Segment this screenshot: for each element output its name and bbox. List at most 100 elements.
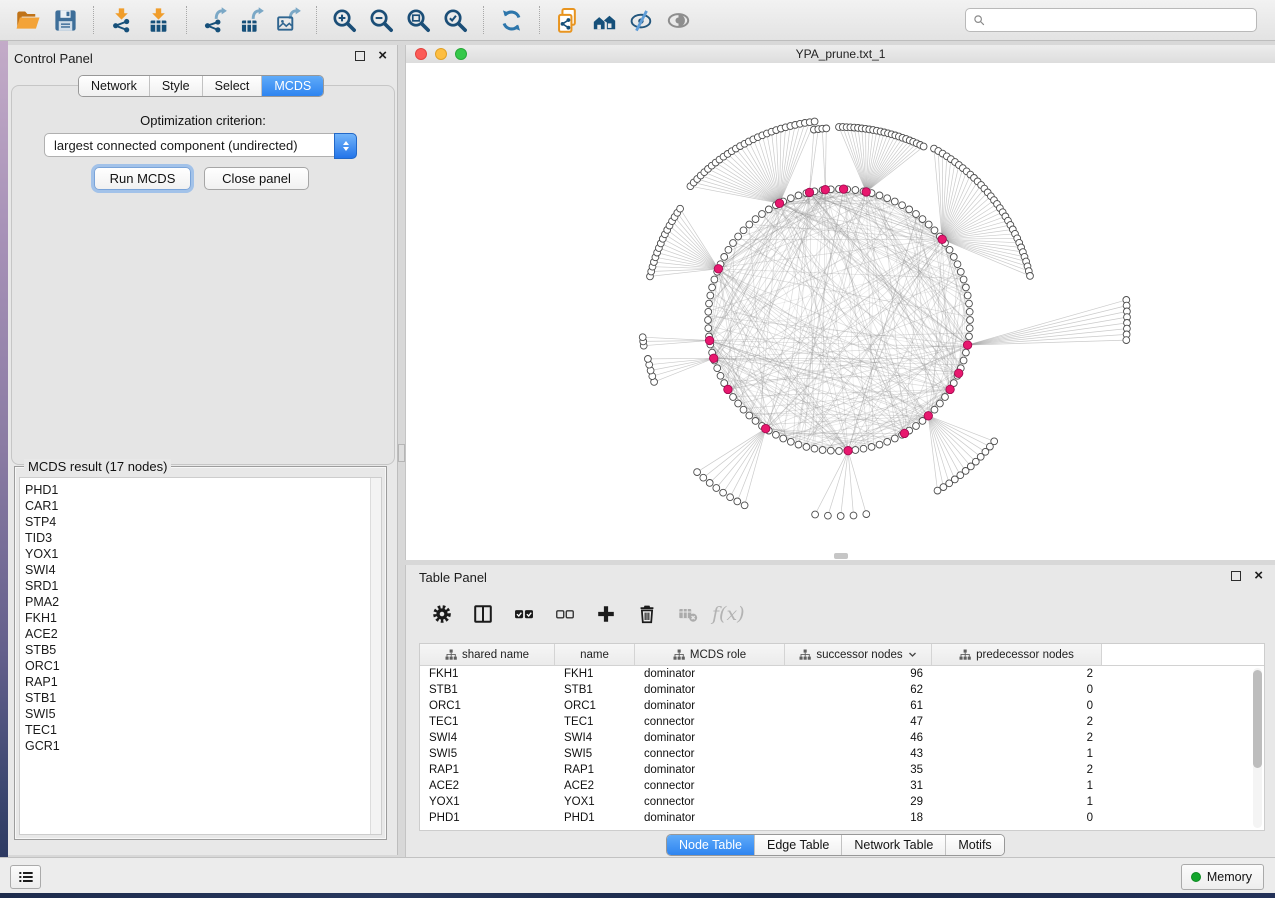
export-table-button[interactable] xyxy=(233,4,270,36)
table-row[interactable]: STB1STB1dominator620 xyxy=(420,682,1264,698)
table-row[interactable]: TEC1TEC1connector472 xyxy=(420,714,1264,730)
close-panel-button[interactable]: Close panel xyxy=(204,167,309,190)
export-image-button[interactable] xyxy=(270,4,307,36)
mcds-result-item[interactable]: SWI5 xyxy=(25,706,381,722)
zoom-fit-button[interactable] xyxy=(400,4,437,36)
table-row[interactable]: RAP1RAP1dominator352 xyxy=(420,762,1264,778)
mcds-result-item[interactable]: ORC1 xyxy=(25,658,381,674)
table-vscroll[interactable] xyxy=(1253,668,1262,828)
tab-mcds[interactable]: MCDS xyxy=(262,76,323,96)
tab-network[interactable]: Network xyxy=(79,76,150,96)
table-row[interactable]: SWI4SWI4dominator462 xyxy=(420,730,1264,746)
ndex-export-button[interactable] xyxy=(549,4,586,36)
split-divider-grip[interactable] xyxy=(398,444,405,462)
table-settings-icon xyxy=(431,603,453,625)
mcds-result-item[interactable]: GCR1 xyxy=(25,738,381,754)
mcds-result-title: MCDS result (17 nodes) xyxy=(24,459,171,474)
show-graphics-details-button[interactable] xyxy=(660,4,697,36)
deselect-all-button[interactable] xyxy=(552,599,578,629)
table-cell-mcds_role: dominator xyxy=(635,812,785,824)
ndex-browse-button[interactable] xyxy=(586,4,623,36)
table-vscroll-thumb[interactable] xyxy=(1253,670,1262,768)
table-row[interactable]: SWI5SWI5connector431 xyxy=(420,746,1264,762)
select-all-button[interactable] xyxy=(511,599,537,629)
column-header-name[interactable]: name xyxy=(555,644,635,665)
mcds-result-item[interactable]: CAR1 xyxy=(25,498,381,514)
tab-select[interactable]: Select xyxy=(203,76,263,96)
mcds-result-item[interactable]: FKH1 xyxy=(25,610,381,626)
import-table-button[interactable] xyxy=(140,4,177,36)
column-header-shared_name[interactable]: shared name xyxy=(420,644,555,665)
table-row[interactable]: FKH1FKH1dominator962 xyxy=(420,666,1264,682)
table-cell-predecessor_nodes: 0 xyxy=(932,812,1102,824)
memory-status-icon xyxy=(1191,872,1201,882)
zoom-in-button[interactable] xyxy=(326,4,363,36)
close-traffic-icon[interactable] xyxy=(415,48,427,60)
table-row[interactable]: PHD1PHD1dominator180 xyxy=(420,810,1264,826)
mcds-result-item[interactable]: TEC1 xyxy=(25,722,381,738)
table-cell-shared_name: STB1 xyxy=(420,684,555,696)
column-type-icon xyxy=(959,649,971,661)
open-session-button[interactable] xyxy=(10,4,47,36)
optimization-criterion-select[interactable]: largest connected component (undirected) xyxy=(44,133,357,157)
zoom-out-button[interactable] xyxy=(363,4,400,36)
table-row[interactable]: ACE2ACE2connector311 xyxy=(420,778,1264,794)
mcds-result-item[interactable]: YOX1 xyxy=(25,546,381,562)
mcds-result-item[interactable]: STB1 xyxy=(25,690,381,706)
search-field[interactable] xyxy=(965,8,1257,32)
table-cell-predecessor_nodes: 2 xyxy=(932,764,1102,776)
close-window-icon[interactable]: × xyxy=(378,51,387,61)
column-header-predecessor_nodes[interactable]: predecessor nodes xyxy=(932,644,1102,665)
show-columns-button[interactable] xyxy=(470,599,496,629)
zoom-selected-button[interactable] xyxy=(437,4,474,36)
mcds-result-item[interactable]: RAP1 xyxy=(25,674,381,690)
column-label: successor nodes xyxy=(816,649,902,661)
mcds-result-scrollbar[interactable] xyxy=(370,478,381,834)
task-history-button[interactable] xyxy=(10,865,41,889)
table-row[interactable]: ORC1ORC1dominator610 xyxy=(420,698,1264,714)
mcds-result-item[interactable]: SRD1 xyxy=(25,578,381,594)
delete-column-button[interactable] xyxy=(634,599,660,629)
apply-layout-button[interactable] xyxy=(493,4,530,36)
table-cell-name: PHD1 xyxy=(555,812,635,824)
combo-stepper-icon[interactable] xyxy=(334,133,357,159)
mcds-result-item[interactable]: STB5 xyxy=(25,642,381,658)
open-session-icon xyxy=(15,7,42,34)
import-network-button[interactable] xyxy=(103,4,140,36)
mcds-result-item[interactable]: STP4 xyxy=(25,514,381,530)
run-mcds-button[interactable]: Run MCDS xyxy=(94,167,191,190)
export-network-button[interactable] xyxy=(196,4,233,36)
search-input[interactable] xyxy=(990,12,1250,28)
tab-node-table[interactable]: Node Table xyxy=(667,835,755,855)
tab-style[interactable]: Style xyxy=(150,76,203,96)
control-panel-tab-bar: NetworkStyleSelectMCDS xyxy=(78,75,324,97)
mcds-result-list[interactable]: PHD1CAR1STP4TID3YOX1SWI4SRD1PMA2FKH1ACE2… xyxy=(19,477,382,835)
maximize-traffic-icon[interactable] xyxy=(455,48,467,60)
toolbar-separator xyxy=(483,6,484,34)
close-table-panel-icon[interactable]: × xyxy=(1254,571,1263,581)
tab-network-table[interactable]: Network Table xyxy=(842,835,946,855)
float-table-panel-icon[interactable] xyxy=(1231,571,1241,581)
column-header-successor_nodes[interactable]: successor nodes xyxy=(785,644,932,665)
hide-graphics-details-button[interactable] xyxy=(623,4,660,36)
table-row[interactable]: YOX1YOX1connector291 xyxy=(420,794,1264,810)
float-window-icon[interactable] xyxy=(355,51,365,61)
network-canvas[interactable] xyxy=(406,63,1275,560)
add-column-button[interactable] xyxy=(593,599,619,629)
tab-motifs[interactable]: Motifs xyxy=(946,835,1003,855)
mcds-result-item[interactable]: SWI4 xyxy=(25,562,381,578)
minimize-traffic-icon[interactable] xyxy=(435,48,447,60)
mcds-result-item[interactable]: TID3 xyxy=(25,530,381,546)
table-cell-successor_nodes: 18 xyxy=(785,812,932,824)
table-settings-button[interactable] xyxy=(429,599,455,629)
column-header-mcds_role[interactable]: MCDS role xyxy=(635,644,785,665)
mcds-result-item[interactable]: PMA2 xyxy=(25,594,381,610)
mcds-result-item[interactable]: PHD1 xyxy=(25,482,381,498)
mcds-result-item[interactable]: ACE2 xyxy=(25,626,381,642)
memory-button[interactable]: Memory xyxy=(1181,864,1264,890)
save-session-button[interactable] xyxy=(47,4,84,36)
tab-edge-table[interactable]: Edge Table xyxy=(755,835,842,855)
network-hscroll-thumb[interactable] xyxy=(834,553,848,559)
table-cell-mcds_role: connector xyxy=(635,748,785,760)
search-icon xyxy=(972,13,986,27)
